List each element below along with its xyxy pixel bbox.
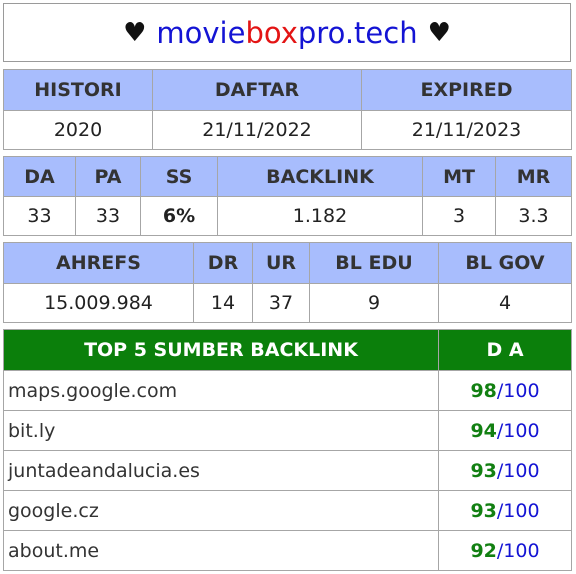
value-ahrefs: 15.009.984: [3, 283, 194, 323]
header-mt: MT: [422, 156, 496, 197]
table-row: google.cz 93/100: [3, 490, 572, 531]
header-expired: EXPIRED: [361, 69, 572, 111]
site-title-box: ♥ movieboxpro.tech ♥: [3, 3, 571, 62]
backlink-score: 92/100: [438, 530, 572, 571]
history-header-row: HISTORI DAFTAR EXPIRED: [3, 69, 572, 111]
backlink-score: 93/100: [438, 490, 572, 531]
value-bl-edu: 9: [309, 283, 439, 323]
header-bl-gov: BL GOV: [438, 242, 572, 284]
header-backlink: BACKLINK: [217, 156, 423, 197]
value-mt: 3: [422, 196, 496, 236]
header-daftar: DAFTAR: [152, 69, 362, 111]
ahrefs-metrics-table: AHREFS DR UR BL EDU BL GOV 15.009.984 14…: [3, 242, 572, 323]
heart-icon-left: ♥: [123, 17, 147, 48]
top-backlinks-table: TOP 5 SUMBER BACKLINK D A maps.google.co…: [3, 329, 572, 571]
value-backlink: 1.182: [217, 196, 423, 236]
title-part-protech: pro.tech: [297, 15, 418, 50]
table-row: about.me 92/100: [3, 530, 572, 571]
score-value: 93: [470, 499, 497, 522]
score-value: 93: [470, 459, 497, 482]
header-ss: SS: [140, 156, 218, 197]
header-pa: PA: [75, 156, 141, 197]
value-dr: 14: [193, 283, 253, 323]
score-value: 98: [470, 379, 497, 402]
header-da: DA: [3, 156, 76, 197]
metrics-value-row: 33 33 6% 1.182 3 3.3: [3, 196, 572, 236]
heart-icon-right: ♥: [427, 17, 451, 48]
metrics-header-row: DA PA SS BACKLINK MT MR: [3, 156, 572, 197]
header-histori: HISTORI: [3, 69, 153, 111]
score-max: 100: [503, 379, 540, 402]
backlink-score: 98/100: [438, 370, 572, 411]
header-top-sources: TOP 5 SUMBER BACKLINK: [3, 329, 439, 371]
header-ur: UR: [252, 242, 310, 284]
value-ur: 37: [252, 283, 310, 323]
score-max: 100: [503, 539, 540, 562]
score-value: 92: [470, 539, 497, 562]
ahrefs-value-row: 15.009.984 14 37 9 4: [3, 283, 572, 323]
score-max: 100: [503, 499, 540, 522]
title-part-movie: movie: [156, 15, 246, 50]
value-expired: 21/11/2023: [361, 110, 572, 150]
backlink-site: google.cz: [3, 490, 439, 531]
title-part-box: box: [245, 15, 298, 50]
site-title: movieboxpro.tech: [156, 16, 417, 50]
header-mr: MR: [495, 156, 572, 197]
backlink-site: bit.ly: [3, 410, 439, 451]
score-max: 100: [503, 459, 540, 482]
value-da: 33: [3, 196, 76, 236]
header-da-score: D A: [438, 329, 572, 371]
backlink-score: 93/100: [438, 450, 572, 491]
backlink-site: juntadeandalucia.es: [3, 450, 439, 491]
table-row: juntadeandalucia.es 93/100: [3, 450, 572, 491]
header-ahrefs: AHREFS: [3, 242, 194, 284]
backlink-score: 94/100: [438, 410, 572, 451]
value-pa: 33: [75, 196, 141, 236]
history-value-row: 2020 21/11/2022 21/11/2023: [3, 110, 572, 150]
value-mr: 3.3: [495, 196, 572, 236]
table-row: bit.ly 94/100: [3, 410, 572, 451]
ahrefs-header-row: AHREFS DR UR BL EDU BL GOV: [3, 242, 572, 284]
domain-history-table: HISTORI DAFTAR EXPIRED 2020 21/11/2022 2…: [3, 69, 572, 150]
score-value: 94: [470, 419, 497, 442]
moz-metrics-table: DA PA SS BACKLINK MT MR 33 33 6% 1.182 3…: [3, 156, 572, 236]
value-ss: 6%: [140, 196, 218, 236]
backlink-site: about.me: [3, 530, 439, 571]
header-bl-edu: BL EDU: [309, 242, 439, 284]
value-bl-gov: 4: [438, 283, 572, 323]
value-daftar: 21/11/2022: [152, 110, 362, 150]
value-histori: 2020: [3, 110, 153, 150]
table-row: maps.google.com 98/100: [3, 370, 572, 411]
header-dr: DR: [193, 242, 253, 284]
backlink-site: maps.google.com: [3, 370, 439, 411]
score-max: 100: [503, 419, 540, 442]
backlinks-header-row: TOP 5 SUMBER BACKLINK D A: [3, 329, 572, 371]
